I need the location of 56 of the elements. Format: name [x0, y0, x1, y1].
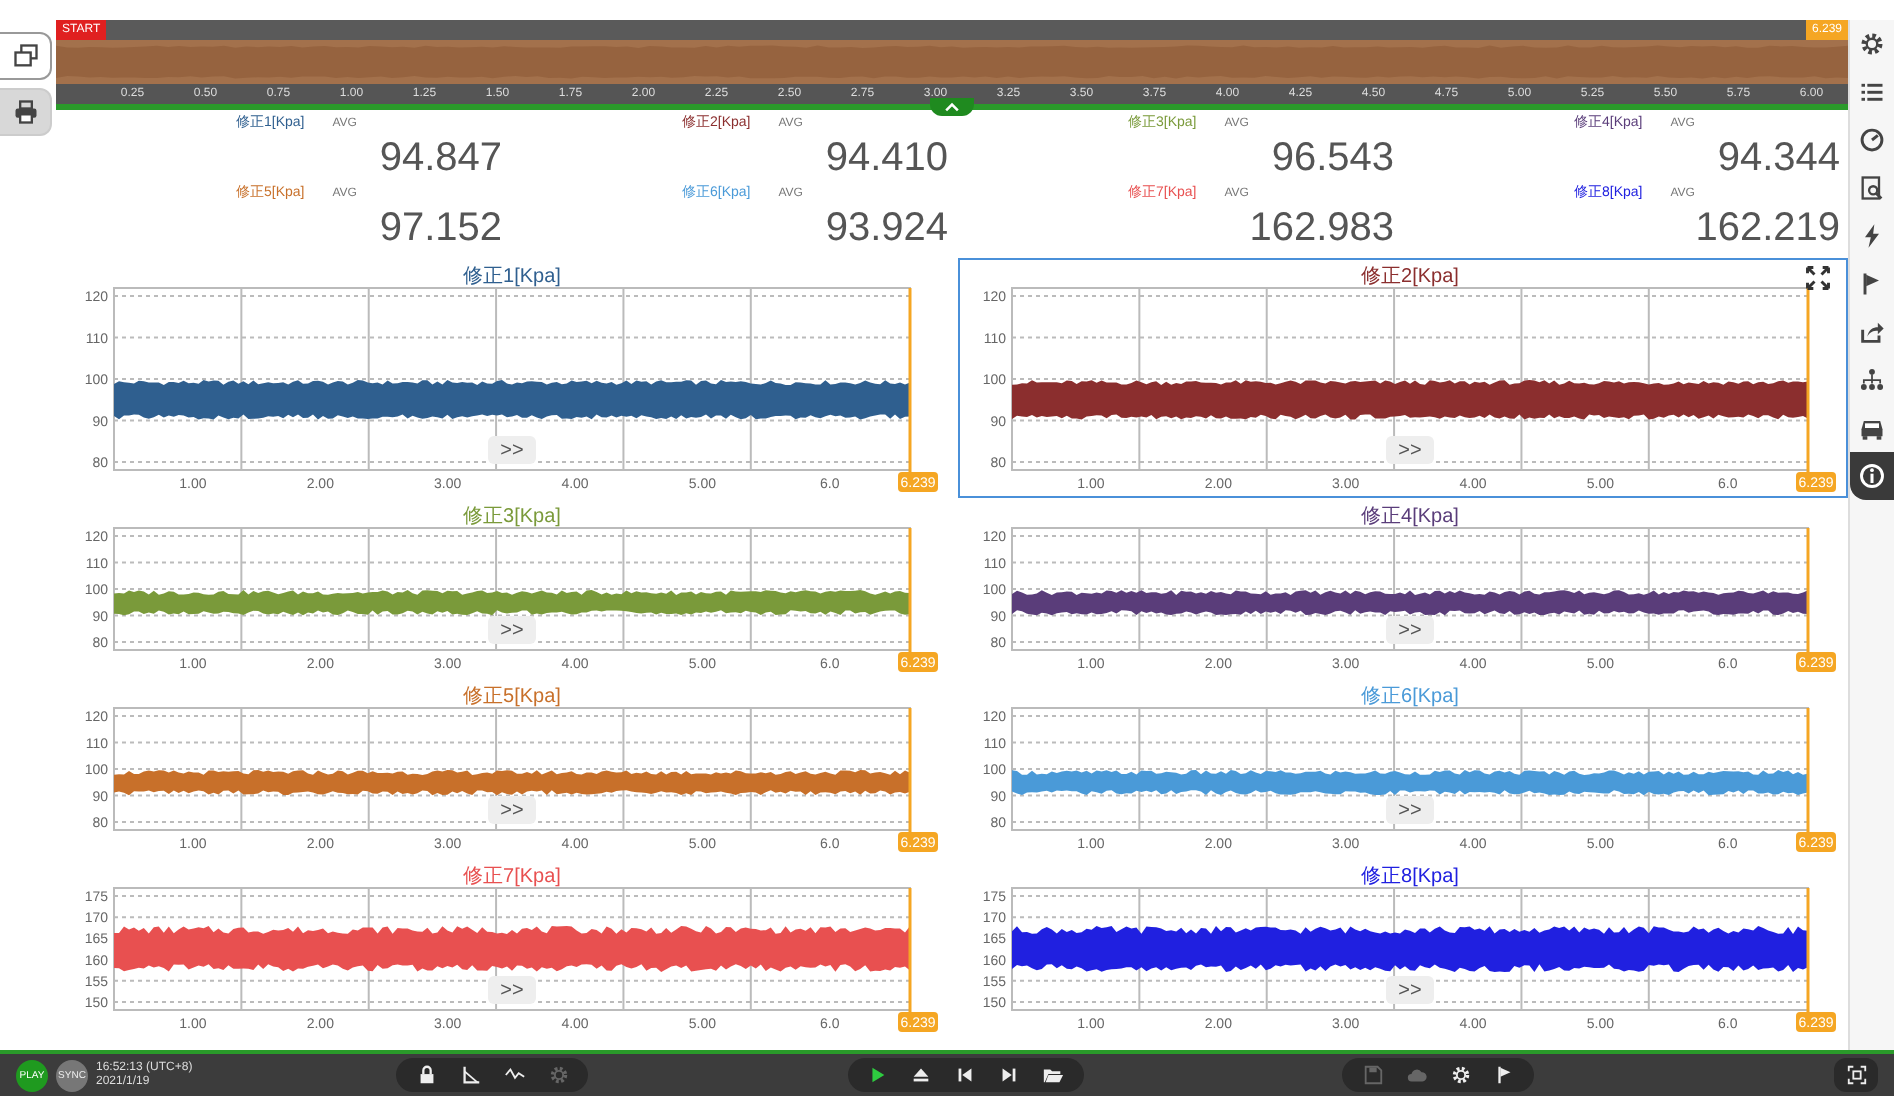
settings-icon [1858, 30, 1886, 58]
gauge-icon [1858, 126, 1886, 154]
cursor-line[interactable] [1805, 288, 1809, 474]
chart-title: 修正2[Kpa] [1360, 266, 1458, 288]
expand-icon[interactable] [1806, 267, 1828, 289]
chart-title: 修正7[Kpa] [463, 866, 561, 888]
scroll-button[interactable]: >> [1385, 796, 1433, 824]
chart-title: 修正5[Kpa] [463, 686, 561, 708]
save-icon [1361, 1064, 1383, 1086]
chart-title: 修正3[Kpa] [463, 506, 561, 528]
eject-icon [910, 1064, 932, 1086]
average-value: 96.543 [1269, 134, 1394, 182]
average-value: 94.410 [823, 134, 948, 182]
scroll-button[interactable]: >> [488, 796, 536, 824]
average-value: 162.983 [1247, 204, 1394, 252]
document-search-icon [1858, 174, 1886, 202]
scroll-button[interactable]: >> [488, 436, 536, 464]
sidebar-button[interactable] [1850, 452, 1894, 500]
chart-title: 修正8[Kpa] [1360, 866, 1458, 888]
collapse-button[interactable] [930, 98, 974, 116]
skip-back-icon [954, 1064, 976, 1086]
list-icon [1858, 78, 1886, 106]
printer-icon [11, 98, 39, 126]
settings-icon [1449, 1064, 1471, 1086]
scroll-button[interactable]: >> [488, 976, 536, 1004]
info-icon [1858, 462, 1886, 490]
cursor-line[interactable] [1805, 888, 1809, 1014]
scroll-button[interactable]: >> [1385, 976, 1433, 1004]
tab[interactable] [0, 88, 52, 136]
folder-icon [1042, 1064, 1064, 1086]
average-value: 97.152 [377, 204, 502, 252]
chart-title: 修正6[Kpa] [1360, 686, 1458, 708]
fit-screen-icon [1845, 1064, 1867, 1086]
average-value: 94.344 [1715, 134, 1840, 182]
cursor-line[interactable] [1805, 528, 1809, 654]
scroll-button[interactable]: >> [488, 616, 536, 644]
chevron-up-icon [942, 102, 962, 112]
cloud-icon [1405, 1064, 1427, 1086]
settings-icon [547, 1064, 569, 1086]
share-icon [1858, 318, 1886, 346]
chart-title: 修正1[Kpa] [463, 266, 561, 288]
average-value: 162.219 [1693, 204, 1840, 252]
average-value: 94.847 [377, 134, 502, 182]
play-icon [866, 1064, 888, 1086]
flag-icon [1493, 1064, 1515, 1086]
skip-forward-icon [998, 1064, 1020, 1086]
fit-screen-button[interactable] [1834, 1058, 1878, 1092]
tab[interactable] [0, 32, 52, 80]
windows-icon [11, 42, 39, 70]
scroll-button[interactable]: >> [1385, 436, 1433, 464]
scroll-button[interactable]: >> [1385, 616, 1433, 644]
average-value: 93.924 [823, 204, 948, 252]
chart-title: 修正4[Kpa] [1360, 506, 1458, 528]
angle-icon [459, 1064, 481, 1086]
hierarchy-icon [1858, 366, 1886, 394]
lock-icon [415, 1064, 437, 1086]
